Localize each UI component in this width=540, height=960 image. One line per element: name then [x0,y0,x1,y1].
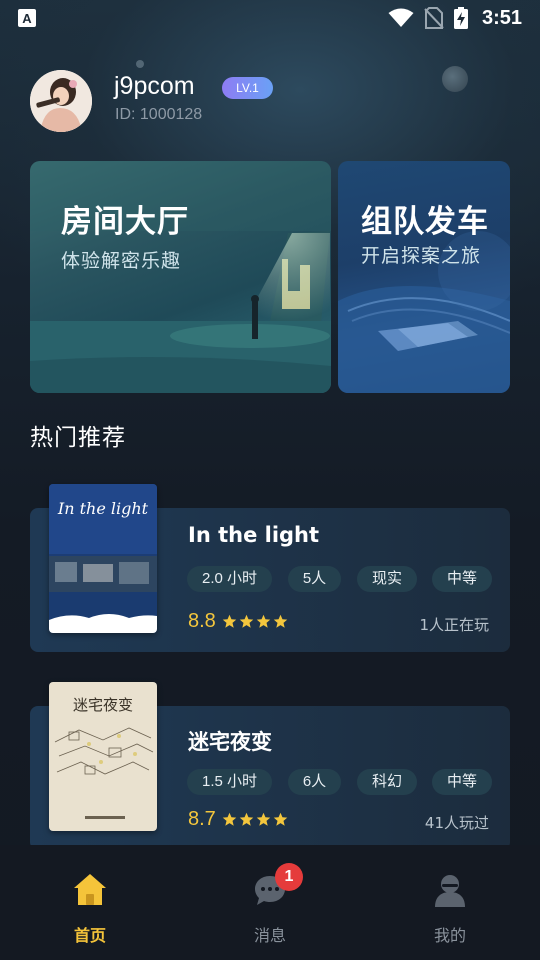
tag-difficulty: 中等 [432,566,492,592]
app-a-icon: A [18,9,36,27]
star-icon [239,614,254,628]
players-count: 41人玩过 [424,814,489,832]
username: j9pcom [114,72,195,100]
cover-title-text: In the light [57,499,149,518]
avatar-image [30,70,92,132]
game-cover[interactable]: 迷宅夜变 [49,682,157,831]
star-icon [222,812,237,826]
status-bar: A 3:51 [0,0,540,36]
battery-charging-icon [453,7,468,29]
cover-title-text: 迷宅夜变 [73,696,133,714]
room-hall-card[interactable]: 房间大厅 体验解密乐趣 [30,161,331,393]
team-up-card[interactable]: 组队发车 开启探案之旅 [338,161,510,393]
star-icon [256,614,271,628]
tag-players: 5人 [288,566,341,592]
nav-item-profile[interactable]: 我的 [390,845,510,960]
nav-label-home: 首页 [73,926,106,945]
star-icon [256,812,271,826]
nav-label-profile: 我的 [433,926,466,945]
game-cover[interactable]: In the light [49,484,157,633]
rating-stars [222,614,288,629]
bottom-nav: 首页 消息 我的 [0,845,540,960]
cover-mizhai-yebian: 迷宅夜变 [49,682,157,831]
decor-orb [442,66,468,92]
nav-label-messages: 消息 [253,926,286,945]
wifi-icon [388,8,414,27]
tag-duration: 2.0 小时 [187,566,272,592]
players-count: 1人正在玩 [419,616,489,634]
cover-in-the-light: In the light [49,484,157,633]
tag-difficulty: 中等 [432,769,492,795]
room-hall-title: 房间大厅 [61,204,189,240]
team-up-title: 组队发车 [361,204,489,240]
game-title: In the light [188,523,320,547]
no-sim-icon [424,7,444,29]
game-title: 迷宅夜变 [188,730,272,754]
star-icon [239,812,254,826]
star-icon [222,614,237,628]
message-count-badge: 1 [275,863,303,891]
team-up-subtitle: 开启探案之旅 [361,245,482,267]
decor-orb [136,60,144,68]
user-id: ID: 1000128 [115,106,203,123]
rating-score: 8.7 [188,808,216,830]
rating-score: 8.8 [188,610,216,632]
star-icon [273,614,288,628]
clock: 3:51 [481,6,522,29]
avatar[interactable] [30,70,92,132]
tag-genre: 现实 [357,566,417,592]
tag-players: 6人 [288,769,341,795]
star-icon [273,812,288,826]
rating-stars [222,812,288,827]
section-title: 热门推荐 [30,425,126,451]
room-hall-subtitle: 体验解密乐趣 [61,250,182,272]
nav-item-home[interactable]: 首页 [30,845,150,960]
tag-genre: 科幻 [357,769,417,795]
level-badge: LV.1 [222,77,273,99]
home-icon [74,874,106,905]
nav-item-messages[interactable]: 消息 [210,845,330,960]
svg-text:A: A [22,11,32,26]
user-icon [435,875,465,907]
tag-duration: 1.5 小时 [187,769,272,795]
